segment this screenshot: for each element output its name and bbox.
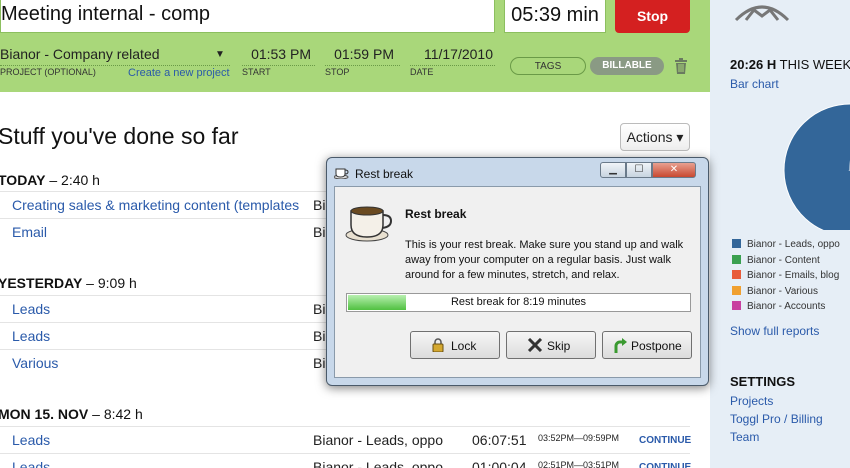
day-label: TODAY <box>0 172 46 188</box>
entry-description[interactable]: Email <box>12 224 302 240</box>
continue-link[interactable]: CONTINUE <box>639 462 691 468</box>
day-label: YESTERDAY <box>0 275 83 291</box>
weekly-total-label: THIS WEEK <box>776 57 850 72</box>
project-select-value: Bianor - Company related <box>0 46 160 62</box>
billable-toggle[interactable]: BILLABLE <box>590 57 664 75</box>
day-total: – 8:42 h <box>88 406 143 422</box>
lock-button[interactable]: Lock <box>410 331 500 359</box>
legend-item: Bianor - Accounts <box>732 301 825 312</box>
lock-icon <box>432 338 444 352</box>
day-total: – 9:09 h <box>82 275 137 291</box>
entry-description[interactable]: Various <box>12 355 302 371</box>
dropdown-arrow-icon[interactable]: ▼ <box>215 49 225 60</box>
legend-label: Bianor - Leads, oppo <box>747 239 840 250</box>
legend-label: Bianor - Various <box>747 285 818 297</box>
trash-icon[interactable] <box>674 58 688 74</box>
minimize-button[interactable]: ▁ <box>600 162 626 178</box>
pie-slice <box>783 103 850 230</box>
timer-bar: Meeting internal - comp 05:39 min Stop B… <box>0 0 710 92</box>
dialog-body: Rest break This is your rest break. Make… <box>334 186 701 378</box>
skip-x-icon <box>527 338 543 352</box>
start-time-field[interactable]: 01:53 PM <box>242 46 315 66</box>
legend-item: Bianor - Various <box>732 285 818 297</box>
bar-chart-link[interactable]: Bar chart <box>730 77 779 91</box>
day-header: YESTERDAY – 9:09 h <box>0 275 137 291</box>
entry-project: Bianor - Leads, oppo <box>313 459 443 468</box>
coffee-cup-icon <box>345 206 393 242</box>
settings-link-billing[interactable]: Toggl Pro / Billing <box>730 412 823 426</box>
coffee-cup-icon <box>334 168 349 179</box>
legend-item: Bianor - Content <box>732 254 820 266</box>
legend-label: Bianor - Content <box>747 254 820 266</box>
entry-description[interactable]: Leads <box>12 432 302 448</box>
stop-button[interactable]: Stop <box>615 0 690 33</box>
break-progress-bar: Rest break for 8:19 minutes <box>346 293 691 312</box>
legend-label: Bianor - Accounts <box>747 301 826 312</box>
time-entry-row[interactable]: Leads Bianor - Leads, oppo 01:00:04 02:51PM… <box>0 453 691 468</box>
weekly-total: 20:26 H THIS WEEK <box>730 57 850 72</box>
stop-time-field[interactable]: 01:59 PM <box>325 46 400 66</box>
page-title: Stuff you've done so far <box>0 123 239 149</box>
dialog-title: Rest break <box>355 167 414 181</box>
project-select[interactable]: Bianor - Company related <box>0 46 230 66</box>
entry-project: Bianor - Leads, oppo <box>313 432 443 448</box>
postpone-arrow-icon <box>614 338 627 353</box>
entry-description[interactable]: Leads <box>12 459 302 468</box>
entry-time-range: 02:51PM—03:51PM <box>538 460 620 468</box>
actions-dropdown-button[interactable]: Actions ▾ <box>620 123 690 151</box>
projects-pie-chart <box>783 103 850 230</box>
legend-swatch <box>732 301 741 310</box>
date-field-label: DATE <box>410 67 434 77</box>
dialog-message: This is your rest break. Make sure you s… <box>405 239 684 281</box>
skip-button[interactable]: Skip <box>506 331 596 359</box>
settings-heading: SETTINGS <box>730 374 796 389</box>
settings-link-projects[interactable]: Projects <box>730 394 773 408</box>
postpone-button-label: Postpone <box>631 339 682 353</box>
close-button[interactable]: ✕ <box>652 162 696 178</box>
stop-field-label: STOP <box>325 67 350 77</box>
legend-swatch <box>732 254 741 264</box>
legend-swatch <box>732 270 741 279</box>
entry-description[interactable]: Leads <box>12 301 302 317</box>
sidebar: 20:26 H THIS WEEK Bar chart Bianor - Lea… <box>710 0 850 468</box>
entry-duration: 01:00:04 <box>472 459 527 468</box>
dialog-heading: Rest break <box>405 207 467 221</box>
day-header: TODAY – 2:40 h <box>0 172 100 188</box>
show-full-reports-link[interactable]: Show full reports <box>730 324 819 338</box>
start-field-label: START <box>242 67 271 77</box>
lock-button-label: Lock <box>451 339 477 353</box>
settings-link-team[interactable]: Team <box>730 430 759 444</box>
legend-swatch <box>732 239 741 248</box>
elapsed-timer: 05:39 min <box>504 0 606 33</box>
progress-text: Rest break for 8:19 minutes <box>450 296 587 308</box>
legend-item: Bianor - Emails, blog <box>732 270 839 281</box>
description-input[interactable]: Meeting internal - comp <box>0 0 495 33</box>
day-total: – 2:40 h <box>45 172 100 188</box>
legend-item: Bianor - Leads, oppo <box>732 239 840 250</box>
day-header: MON 15. NOV – 8:42 h <box>0 406 143 422</box>
weekly-total-hours: 20:26 H <box>730 57 777 72</box>
entry-description[interactable]: Creating sales & marketing content (temp… <box>12 197 302 213</box>
skip-button-label: Skip <box>547 339 571 353</box>
tags-button[interactable]: TAGS <box>510 57 586 75</box>
entry-description[interactable]: Leads <box>12 328 302 344</box>
continue-link[interactable]: CONTINUE <box>639 435 691 446</box>
day-label: MON 15. NOV <box>0 406 89 422</box>
rest-break-dialog: Rest break ▁ ☐ ✕ Rest break This is your… <box>326 157 709 386</box>
create-project-link[interactable]: Create a new project <box>128 67 230 79</box>
date-field[interactable]: 11/17/2010 <box>410 46 495 66</box>
maximize-button[interactable]: ☐ <box>626 162 652 178</box>
time-entry-row[interactable]: Leads Bianor - Leads, oppo 06:07:51 03:52PM… <box>0 426 691 453</box>
legend-swatch <box>732 285 741 295</box>
postpone-button[interactable]: Postpone <box>602 331 692 359</box>
entry-time-range: 03:52PM—09:59PM <box>538 433 620 443</box>
project-field-label: PROJECT (OPTIONAL) <box>0 67 96 77</box>
entry-duration: 06:07:51 <box>472 432 527 448</box>
legend-label: Bianor - Emails, blog <box>747 270 840 281</box>
toggl-logo-icon[interactable] <box>732 0 792 22</box>
